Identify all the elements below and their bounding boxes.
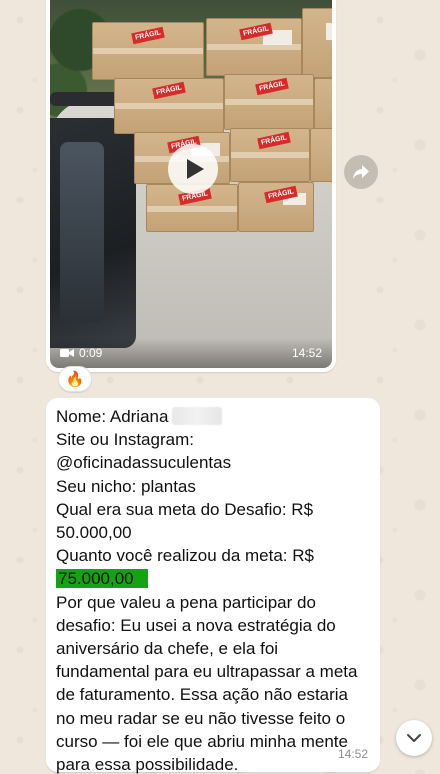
box: FRÁGIL [114,78,224,134]
chevron-down-icon [407,734,421,742]
video-duration: 0:09 [60,346,102,360]
forward-button[interactable] [344,155,378,189]
box [302,8,332,78]
forward-icon [353,165,369,179]
redacted-surname [172,407,223,425]
message-line: de faturamento. Essa ação não estaria [56,685,349,705]
box: FRÁGIL [206,18,302,76]
message-line: 50.000,00 [56,523,132,543]
name-text: Nome: Adriana [56,407,169,426]
message-line: Seu nicho: plantas [56,476,196,496]
highlighted-value: 75.000,00 [56,569,148,589]
message-line: Nome: Adriana [56,405,370,428]
box: FRÁGIL [224,74,314,130]
video-meta-bar: 0:09 14:52 [50,338,332,368]
fire-emoji: 🔥 [65,371,85,388]
reaction-badge[interactable]: 🔥 [58,366,92,392]
video-timestamp: 14:52 [291,346,322,360]
video-message-bubble[interactable]: FRÁGIL FRÁGIL FRÁGIL FRÁGIL FRÁGIL FRÁGI… [46,0,336,372]
message-timestamp: 14:52 [337,746,368,761]
text-message-bubble[interactable]: Nome: Adriana Site ou Instagram: @oficin… [46,398,380,774]
message-line: Quanto você realizou da meta: R$ [56,546,314,566]
message-line: curso — foi ele que abriu minha mente [56,731,348,751]
message-line: desafio: Eu usei a nova estratégia do [56,615,336,635]
scroll-to-bottom-button[interactable] [396,720,432,756]
message-line: fundamental para eu ultrapassar a meta [56,662,358,682]
box [310,128,332,182]
box: FRÁGIL [230,128,310,182]
message-line: 75.000,00 [56,567,370,590]
play-button[interactable] [168,144,218,194]
play-icon [187,159,204,179]
video-camera-icon [60,349,74,357]
message-line: Qual era sua meta do Desafio: R$ [56,499,314,519]
box [314,78,332,134]
duration-text: 0:09 [79,346,103,360]
message-line: no meu radar se eu não tivesse feito o [56,708,346,728]
message-line: para essa possibilidade. [56,755,239,774]
cardboard-boxes: FRÁGIL FRÁGIL FRÁGIL FRÁGIL FRÁGIL FRÁGI… [86,8,332,238]
message-line: Por que valeu a pena participar do [56,592,316,612]
video-thumbnail[interactable]: FRÁGIL FRÁGIL FRÁGIL FRÁGIL FRÁGIL FRÁGI… [50,0,332,368]
message-line: Site ou Instagram: [56,430,194,450]
box: FRÁGIL [92,22,204,80]
message-line: aniversário da chefe, e ela foi [56,639,279,659]
message-line: @oficinadassuculentas [56,453,232,473]
box: FRÁGIL [238,182,314,232]
